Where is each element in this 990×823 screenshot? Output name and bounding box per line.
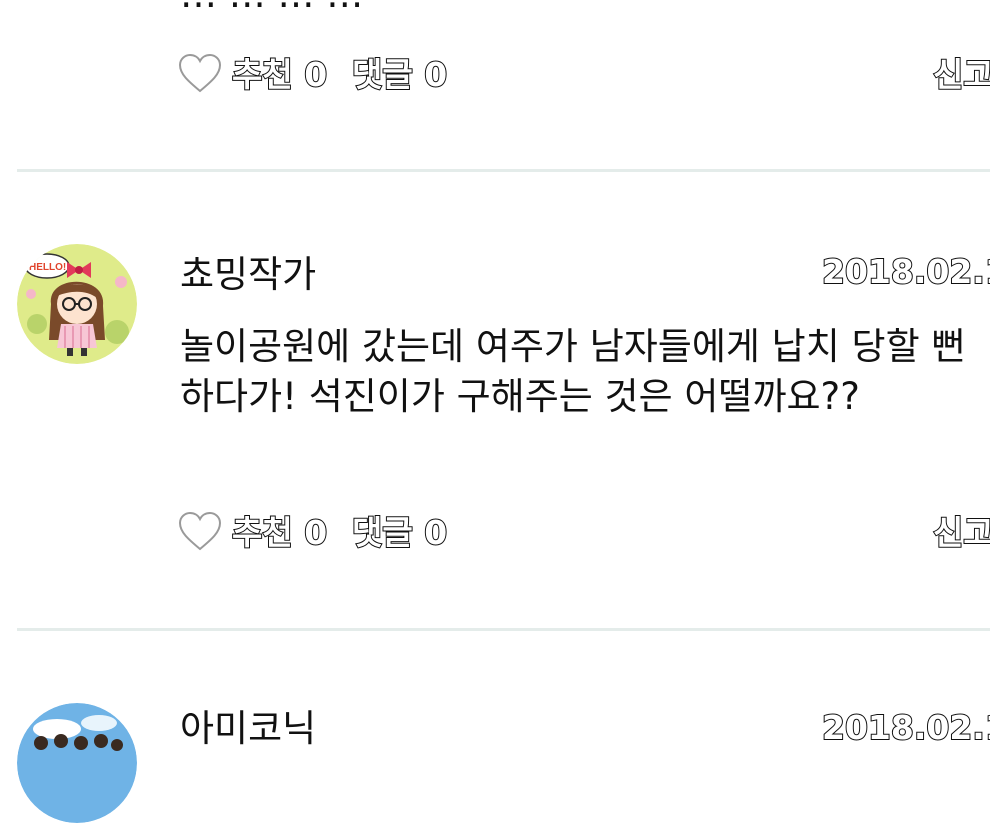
report-button[interactable]: 신고 [932,54,990,96]
like-button[interactable]: 추천 0 [231,512,328,554]
like-count: 0 [303,54,328,95]
avatar[interactable] [17,703,137,823]
reply-label: 댓글 [351,54,414,95]
like-label: 추천 [231,54,294,95]
comment-date: 2018.02.12 [821,707,990,748]
comment-date: 2018.02.12 [821,251,990,292]
reply-button[interactable]: 댓글 0 [351,512,448,554]
reply-count: 0 [423,512,448,553]
comment-author[interactable]: 쵸밍작가 [180,252,316,298]
avatar-badge-text: HELLO! [29,262,66,273]
avatar[interactable]: HELLO! [17,244,137,364]
heart-icon[interactable] [178,52,222,96]
report-button[interactable]: 신고 [932,512,990,554]
like-label: 추천 [231,512,294,553]
divider [17,628,990,631]
comment-body-partial: … … … … [180,0,363,20]
comment-actions: 추천 0 댓글 0 신고 [178,510,990,560]
like-button[interactable]: 추천 0 [231,54,328,96]
comment-body: 놀이공원에 갔는데 여주가 남자들에게 납치 당할 뻔하다가! 석진이가 구해주… [180,325,966,418]
avatar-illustration: HELLO! [17,244,137,364]
avatar-photo [17,703,137,823]
reply-label: 댓글 [351,512,414,553]
reply-button[interactable]: 댓글 0 [351,54,448,96]
divider [17,169,990,172]
like-count: 0 [303,512,328,553]
reply-count: 0 [423,54,448,95]
comment-actions: 추천 0 댓글 0 신고 [178,52,990,102]
heart-icon[interactable] [178,510,222,554]
comment-author[interactable]: 아미코닉 [180,706,316,752]
